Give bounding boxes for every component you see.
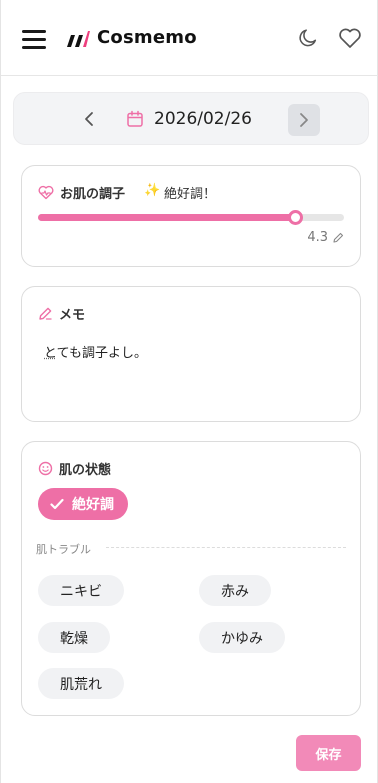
smiley-icon: [38, 461, 53, 476]
calendar-icon: [126, 110, 144, 128]
sparkles-icon: ✨: [144, 183, 160, 198]
hamburger-menu-icon[interactable]: [22, 29, 46, 49]
condition-slider-fill: [38, 214, 295, 221]
date-navigator: 2026/02/26: [13, 92, 369, 145]
chip-excellent-label: 絶好調: [72, 494, 114, 514]
heart-icon[interactable]: [338, 27, 362, 49]
check-icon: [50, 498, 64, 510]
skin-state-label: 肌の状態: [59, 459, 111, 478]
chevron-left-icon: [83, 111, 95, 127]
chip-dryness[interactable]: 乾燥: [38, 622, 110, 653]
save-button[interactable]: 保存: [296, 735, 361, 771]
chip-itchiness[interactable]: かゆみ: [199, 622, 285, 653]
moon-icon[interactable]: [297, 27, 319, 49]
memo-text-first-char: と: [44, 346, 57, 361]
chevron-right-icon: [298, 112, 310, 128]
pencil-icon: [38, 306, 53, 321]
chip-redness[interactable]: 赤み: [199, 575, 271, 606]
skin-state-title: 肌の状態: [38, 459, 111, 478]
memo-label: メモ: [59, 304, 85, 323]
score-value: 4.3: [307, 230, 328, 245]
skin-trouble-label: 肌トラブル: [36, 541, 91, 557]
app-header: Cosmemo: [1, 0, 378, 76]
chip-acne[interactable]: ニキビ: [38, 575, 124, 606]
skin-condition-card: お肌の調子 ✨ 絶好調！ 4.3: [21, 165, 361, 267]
chip-rough-skin[interactable]: 肌荒れ: [38, 668, 124, 699]
next-day-button[interactable]: [288, 104, 320, 136]
memo-title: メモ: [38, 304, 85, 323]
cosmemo-logo-icon: [66, 29, 90, 49]
current-date[interactable]: 2026/02/26: [154, 109, 252, 129]
brand-name: Cosmemo: [97, 27, 197, 48]
app-screen: Cosmemo 2026/02/26 お肌の調子 ✨ 絶好調！ 4.3 メモ と…: [0, 0, 378, 783]
condition-slider[interactable]: [38, 214, 344, 221]
section-divider: [106, 547, 346, 548]
skin-state-card: 肌の状態 絶好調 肌トラブル ニキビ 赤み 乾燥 かゆみ 肌荒れ: [21, 441, 361, 716]
pencil-icon[interactable]: [332, 232, 344, 244]
prev-day-button[interactable]: [74, 104, 104, 134]
heart-pulse-icon: [38, 185, 54, 200]
condition-score: 4.3: [307, 230, 344, 245]
chip-excellent-selected[interactable]: 絶好調: [38, 488, 128, 520]
condition-slider-thumb[interactable]: [288, 210, 303, 225]
skin-condition-label: お肌の調子: [60, 183, 125, 202]
memo-card[interactable]: メモ とても調子よし。: [21, 286, 361, 422]
memo-text[interactable]: とても調子よし。: [44, 342, 147, 361]
skin-condition-title: お肌の調子: [38, 183, 125, 202]
memo-text-rest: ても調子よし。: [57, 346, 147, 361]
mood-label: 絶好調！: [164, 183, 216, 202]
